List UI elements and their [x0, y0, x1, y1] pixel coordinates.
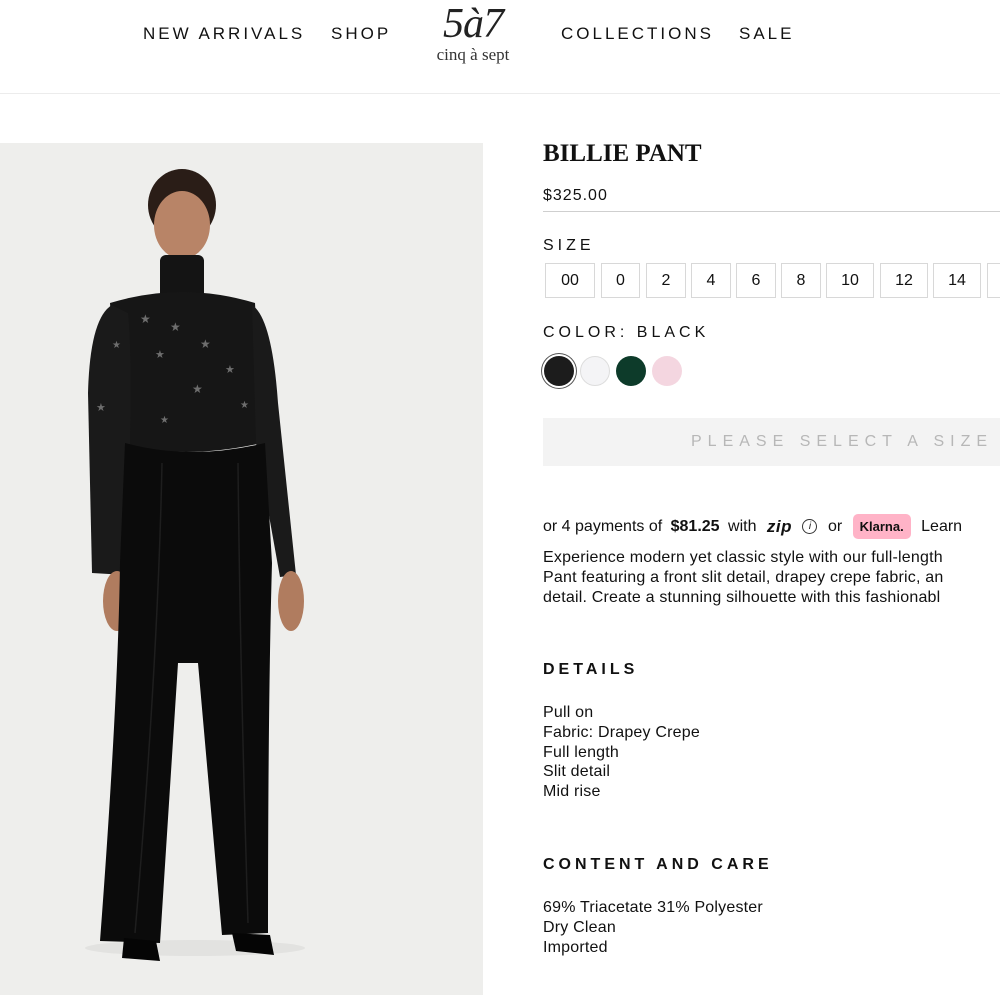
- add-to-cart-button[interactable]: PLEASE SELECT A SIZE: [543, 418, 1000, 466]
- detail-item: Slit detail: [543, 763, 611, 781]
- color-swatch-pink[interactable]: [652, 356, 682, 386]
- svg-text:★: ★: [240, 400, 249, 411]
- care-heading: CONTENT AND CARE: [543, 856, 773, 873]
- size-option-0[interactable]: 0: [601, 263, 640, 298]
- color-label: COLOR: BLACK: [543, 324, 710, 341]
- description-line: Experience modern yet classic style with…: [543, 549, 943, 566]
- size-option-more[interactable]: [987, 263, 1000, 298]
- payments-with: with: [728, 517, 757, 535]
- logo-mark: 5à7: [443, 1, 504, 47]
- care-item: Imported: [543, 938, 608, 956]
- description-line: detail. Create a stunning silhouette wit…: [543, 589, 941, 606]
- color-swatch-white[interactable]: [580, 356, 610, 386]
- care-list: 69% Triacetate 31% Polyester Dry Clean I…: [543, 898, 763, 957]
- nav-new-arrivals[interactable]: NEW ARRIVALS: [143, 24, 305, 44]
- svg-text:★: ★: [192, 382, 203, 396]
- svg-text:★: ★: [155, 349, 165, 361]
- detail-item: Pull on: [543, 704, 594, 721]
- color-swatch-black[interactable]: [544, 356, 574, 386]
- size-selector: 00 0 2 4 6 8 10 12 14: [545, 263, 1000, 298]
- installment-payments: or 4 payments of $81.25 with zip i or Kl…: [543, 514, 962, 539]
- svg-text:★: ★: [200, 337, 211, 351]
- size-option-14[interactable]: 14: [933, 263, 981, 298]
- size-option-8[interactable]: 8: [781, 263, 821, 298]
- svg-text:★: ★: [96, 402, 106, 414]
- care-item: Dry Clean: [543, 918, 616, 936]
- payments-or: or: [827, 517, 843, 535]
- detail-item: Fabric: Drapey Crepe: [543, 723, 700, 741]
- product-description: Experience modern yet classic style with…: [543, 548, 1000, 608]
- detail-item: Mid rise: [543, 783, 601, 801]
- payments-amount: $81.25: [670, 517, 720, 535]
- brand-logo[interactable]: 5à7 cinq à sept: [420, 2, 526, 72]
- product-image[interactable]: ★ ★ ★ ★ ★ ★ ★ ★ ★ ★: [0, 143, 483, 995]
- svg-text:★: ★: [112, 340, 121, 351]
- size-label: SIZE: [543, 237, 595, 254]
- divider: [543, 211, 1000, 212]
- svg-text:★: ★: [160, 415, 169, 426]
- care-item: 69% Triacetate 31% Polyester: [543, 899, 763, 916]
- size-option-12[interactable]: 12: [880, 263, 928, 298]
- product-title: BILLIE PANT: [543, 140, 702, 167]
- logo-wordmark: cinq à sept: [436, 45, 510, 64]
- svg-text:★: ★: [170, 320, 181, 334]
- size-option-00[interactable]: 00: [545, 263, 595, 298]
- product-price: $325.00: [543, 187, 608, 204]
- color-swatch-green[interactable]: [616, 356, 646, 386]
- learn-more-link[interactable]: Learn: [921, 515, 962, 539]
- svg-text:★: ★: [225, 364, 235, 376]
- info-icon[interactable]: i: [802, 519, 818, 534]
- payments-prefix: or 4 payments of: [543, 517, 663, 535]
- size-option-4[interactable]: 4: [691, 263, 731, 298]
- detail-item: Full length: [543, 743, 620, 761]
- size-option-6[interactable]: 6: [736, 263, 776, 298]
- details-heading: DETAILS: [543, 661, 639, 678]
- klarna-badge[interactable]: Klarna.: [852, 514, 911, 539]
- model-photo: ★ ★ ★ ★ ★ ★ ★ ★ ★ ★: [0, 143, 483, 995]
- details-list: Pull on Fabric: Drapey Crepe Full length…: [543, 703, 700, 802]
- svg-text:★: ★: [140, 312, 151, 326]
- zip-logo: zip: [766, 516, 793, 536]
- size-option-2[interactable]: 2: [646, 263, 686, 298]
- size-option-10[interactable]: 10: [826, 263, 874, 298]
- nav-shop[interactable]: SHOP: [331, 24, 391, 44]
- product-info: BILLIE PANT $325.00 SIZE 00 0 2 4 6 8 10…: [543, 0, 1000, 1000]
- description-line: Pant featuring a front slit detail, drap…: [543, 569, 944, 586]
